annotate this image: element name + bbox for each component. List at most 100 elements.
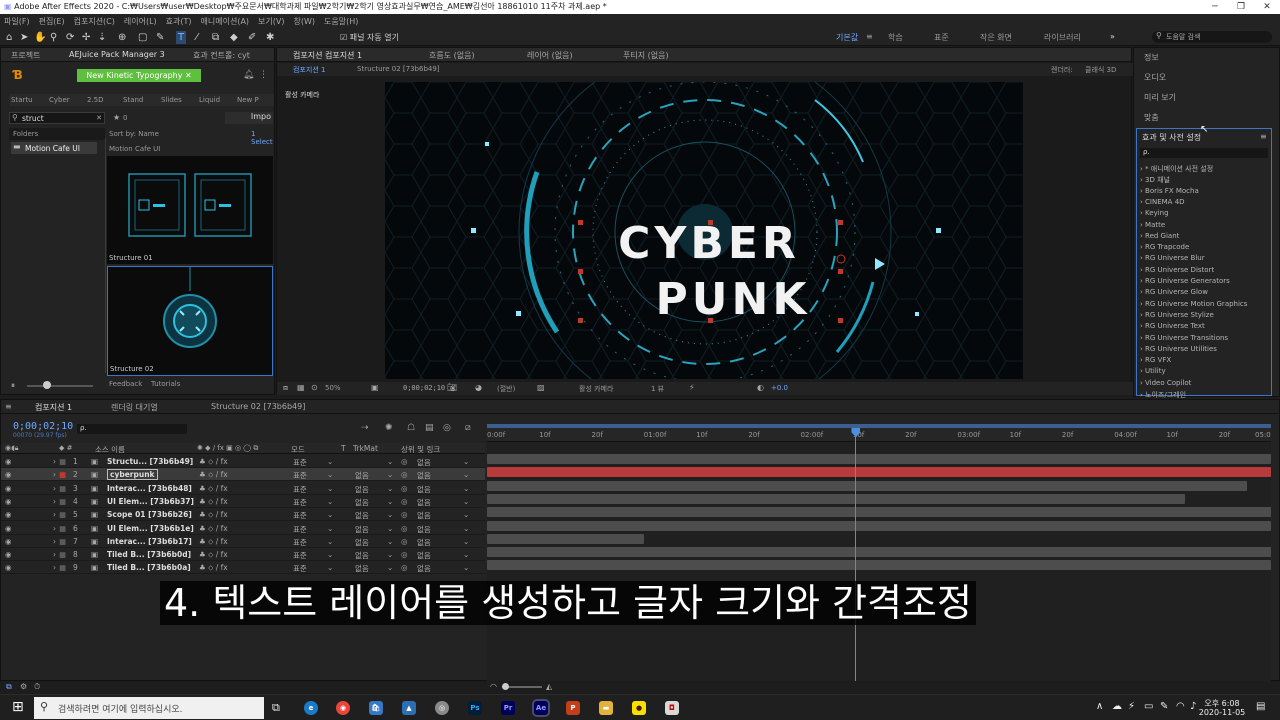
header-mode[interactable]: 모드 [291,444,305,455]
layer-expand-icon[interactable]: › [53,470,56,479]
effects-category[interactable]: › RG Trapcode [1140,243,1189,251]
layer-name[interactable]: Tiled B... [73b6b0a] [107,563,191,572]
workspace-small-screen[interactable]: 작은 화면 [980,32,1012,43]
effects-category[interactable]: › RG Universe Text [1140,322,1205,330]
menu-file[interactable]: 파일(F) [4,14,30,29]
chrome-icon[interactable]: ◉ [336,701,350,715]
workspace-libraries[interactable]: 라이브러리 [1044,32,1081,43]
layer-mode[interactable]: 표준 [293,563,307,574]
grid-icon[interactable]: ▦ [297,383,305,392]
zoom-dropdown[interactable]: 50% [325,384,341,392]
timeline-close-icon[interactable]: ≡ [5,402,12,411]
premiere-icon[interactable]: Pr [501,701,515,715]
asset-thumbnail-structure02[interactable]: Structure 02 [107,266,273,376]
view-dropdown[interactable]: 1 뷰 [651,384,664,394]
feedback-link[interactable]: Feedback [109,380,142,388]
comp-flowchart-icon[interactable]: ⇢ [361,423,369,433]
tab-composition[interactable]: 컴포지션 컴포지션 1 [293,50,362,61]
zoom-in-icon[interactable]: ◭ [546,682,552,691]
graph-editor-icon[interactable]: ⧄ [465,423,471,433]
layer-trkmat[interactable]: 없음 [355,510,369,521]
tray-network-icon[interactable]: ☁ [1112,701,1122,712]
tray-pen-icon[interactable]: ✎ [1160,701,1168,712]
effects-category[interactable]: › RG Universe Motion Graphics [1140,300,1247,308]
pan-tool-icon[interactable]: ✢ [82,31,90,44]
layer-trkmat[interactable]: 없음 [355,537,369,548]
store-icon[interactable]: 🛍︎ [369,701,383,715]
effects-category[interactable]: › RG Universe Blur [1140,254,1205,262]
color-channel-icon[interactable]: ◕ [475,383,482,392]
effects-category[interactable]: › Matte [1140,221,1165,229]
photoshop-icon[interactable]: Ps [468,701,482,715]
minimize-button[interactable]: ─ [1202,0,1228,14]
tab-aejuice[interactable]: AEJuice Pack Manager 3 [69,50,165,59]
effects-category[interactable]: › RG VFX [1140,356,1171,364]
parent-pickwhip-icon[interactable]: ◎ [401,457,408,466]
effects-category[interactable]: › Red Giant [1140,232,1179,240]
parent-pickwhip-icon[interactable]: ◎ [401,537,408,546]
pen-tool-icon[interactable]: ✎ [156,31,164,44]
roto-brush-icon[interactable]: ✐ [248,31,256,44]
layer-row[interactable]: ◉ ■ › 3 ▣ Interac... [73b6b48] ♣ ⬦ / fx 표준 ⌄ 없음 ⌄ ◎… [1,481,485,495]
layer-name[interactable]: UI Elem... [73b6b37] [107,497,194,506]
header-parent[interactable]: 상위 및 링크 [401,444,440,455]
zoom-tool-icon[interactable]: ⚲ [50,31,57,44]
menu-effect[interactable]: 효과(T) [166,14,192,29]
trkmat-dropdown-icon[interactable]: ⌄ [387,497,393,506]
trkmat-dropdown-icon[interactable]: ⌄ [387,524,393,533]
mode-dropdown-icon[interactable]: ⌄ [327,457,333,466]
layer-name[interactable]: Scope 01 [73b6b26] [107,510,192,519]
comp-timecode[interactable]: 0;00;02;10 [403,384,445,392]
parent-dropdown-icon[interactable]: ⌄ [463,470,469,479]
effects-search-input[interactable]: ρ. [1140,148,1268,158]
edge-icon[interactable]: e [304,701,318,715]
layer-duration-bar[interactable] [487,520,1271,531]
trkmat-dropdown-icon[interactable]: ⌄ [387,563,393,572]
layer-trkmat[interactable]: 없음 [355,524,369,535]
layer-duration-bar[interactable] [487,480,1248,491]
category-tab-stand[interactable]: Stand [123,96,143,104]
zoom-out-icon[interactable]: ◠ [490,682,497,691]
after-effects-icon[interactable]: Ae [532,699,550,717]
mode-dropdown-icon[interactable]: ⌄ [327,550,333,559]
hand-tool-icon[interactable]: ✋ [34,31,46,44]
resolution-dropdown[interactable]: (절반) [497,384,515,394]
layer-duration-bar[interactable] [487,547,1271,558]
tab-timeline-comp1[interactable]: 컴포지션 1 [35,402,72,413]
layer-row[interactable]: ◉ ■ › 4 ▣ UI Elem... [73b6b37] ♣ ⬦ / fx 표준 ⌄ 없음 ⌄ ◎… [1,494,485,508]
layer-duration-bar[interactable] [487,467,1271,478]
mode-dropdown-icon[interactable]: ⌄ [327,537,333,546]
kakaotalk-icon[interactable]: ● [632,701,646,715]
tray-wifi-icon[interactable]: ◠ [1176,701,1185,712]
layer-mode[interactable]: 표준 [293,457,307,468]
layer-expand-icon[interactable]: › [53,457,56,466]
layer-expand-icon[interactable]: › [53,563,56,572]
viewer-icon[interactable]: ◘ [665,701,679,715]
menu-composition[interactable]: 컴포지션(C) [74,14,115,29]
dolly-tool-icon[interactable]: ⇣ [98,31,106,44]
layer-expand-icon[interactable]: › [53,510,56,519]
menu-edit[interactable]: 편집(E) [39,14,65,29]
effects-menu-icon[interactable]: ≡ [1260,132,1267,141]
exposure-icon[interactable]: ◐ [757,383,764,392]
category-tab-startup[interactable]: Startu [11,96,33,104]
rect-tool-icon[interactable]: ▢ [138,31,147,44]
new-kinetic-typography-button[interactable]: New Kinetic Typography ✕ [77,69,201,82]
parent-dropdown-icon[interactable]: ⌄ [463,457,469,466]
anchor-tool-icon[interactable]: ⊕ [118,31,126,44]
brush-tool-icon[interactable]: ⁄ [196,31,198,44]
orbit-tool-icon[interactable]: ⟳ [66,31,74,44]
panel-align[interactable]: 맞춤 [1144,112,1159,123]
slider-handle[interactable] [43,381,51,389]
trkmat-dropdown-icon[interactable]: ⌄ [387,484,393,493]
eye-icon[interactable]: ◉ [5,470,12,479]
shy-icon[interactable]: ☖ [407,423,415,433]
tutorials-link[interactable]: Tutorials [151,380,180,388]
effects-category[interactable]: › Boris FX Mocha [1140,187,1199,195]
layer-duration-bar[interactable] [487,454,1271,464]
layer-trkmat[interactable]: 없음 [355,470,369,481]
trkmat-dropdown-icon[interactable]: ⌄ [387,550,393,559]
layer-expand-icon[interactable]: › [53,524,56,533]
sort-label[interactable]: Sort by: Name [109,130,159,138]
home-icon[interactable]: ⌂ [6,31,12,44]
